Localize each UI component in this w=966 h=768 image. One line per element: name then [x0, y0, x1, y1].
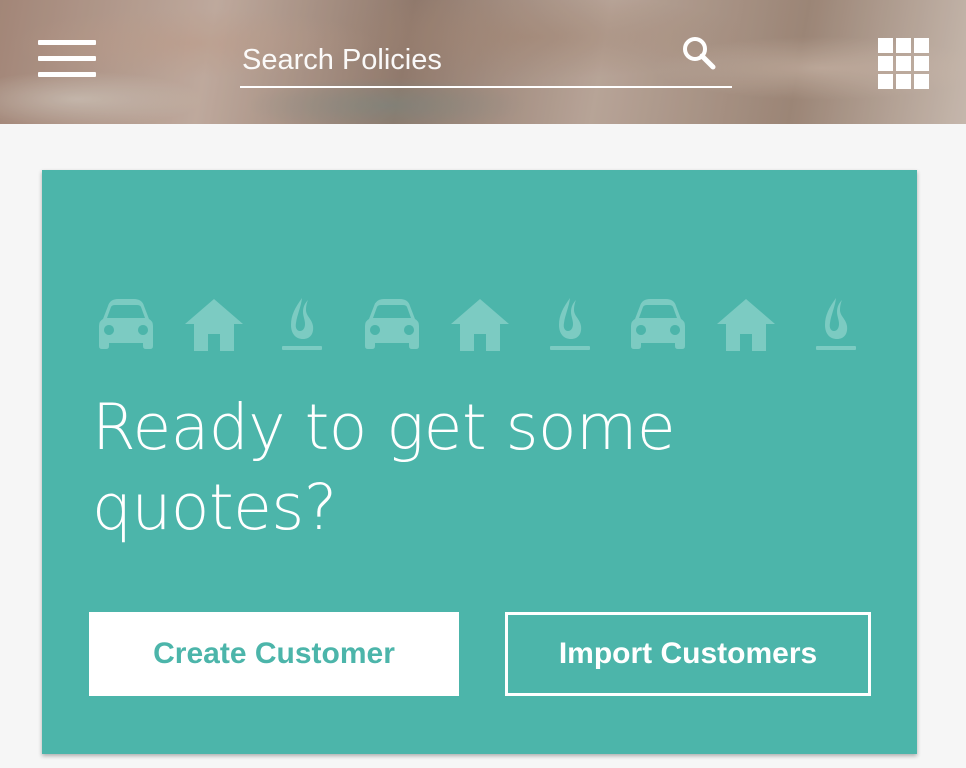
menu-bar-line — [38, 72, 96, 77]
top-app-bar — [0, 0, 966, 124]
card-headline: Ready to get some quotes? — [92, 391, 676, 544]
car-icon — [631, 299, 685, 349]
search-bar — [240, 34, 732, 88]
flame-icon — [550, 298, 590, 350]
import-customers-button[interactable]: Import Customers — [505, 612, 871, 696]
menu-bar-line — [38, 40, 96, 45]
grid-apps-icon[interactable] — [876, 36, 930, 90]
flame-icon — [282, 298, 322, 350]
hamburger-menu-icon[interactable] — [38, 38, 98, 80]
search-icon[interactable] — [680, 34, 720, 74]
search-input[interactable] — [240, 40, 662, 80]
house-icon — [451, 299, 509, 351]
get-quotes-card: Ready to get some quotes? Create Custome… — [42, 170, 917, 754]
insurance-icon-row — [96, 298, 866, 358]
house-icon — [185, 299, 243, 351]
house-icon — [717, 299, 775, 351]
car-icon — [99, 299, 153, 349]
flame-icon — [816, 298, 856, 350]
create-customer-button[interactable]: Create Customer — [89, 612, 459, 696]
menu-bar-line — [38, 56, 96, 61]
car-icon — [365, 299, 419, 349]
